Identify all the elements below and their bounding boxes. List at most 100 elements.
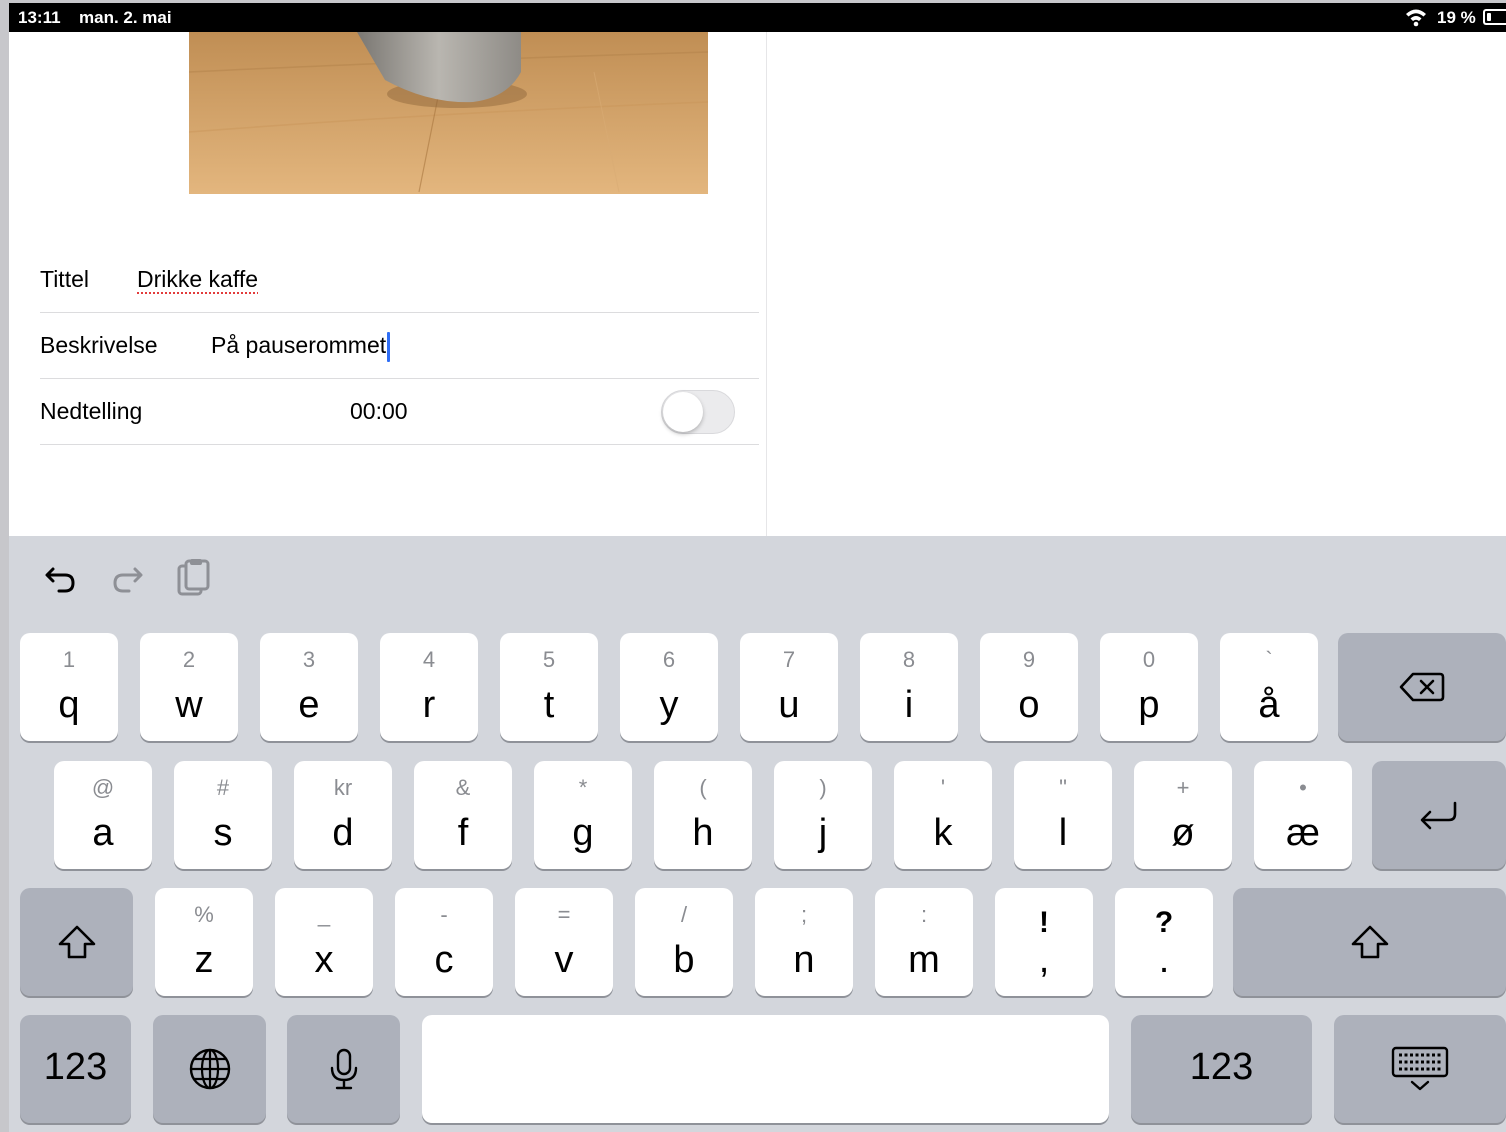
description-field[interactable]: På pauserommet (211, 312, 391, 378)
key-x[interactable]: _ x (275, 888, 373, 996)
key-label: k (933, 812, 953, 854)
keyboard: 1 q 2 w 3 e 4 r 5 t 6 y 7 u 8 i 9 o 0 p ` å @ a # s kr d & f * g(h) j ' k… (9, 536, 1506, 1132)
key-y[interactable]: 6y (620, 633, 718, 741)
globe-key[interactable] (153, 1015, 266, 1123)
key-label: a (92, 812, 114, 854)
key-secondary-label: # (216, 775, 230, 800)
key-label: c (434, 939, 454, 981)
key-æ[interactable]: • æ (1254, 761, 1352, 869)
key-q[interactable]: 1q (20, 633, 118, 741)
key-h[interactable]: (h (654, 761, 752, 869)
key-label: z (194, 939, 214, 981)
key-s[interactable]: # s (174, 761, 272, 869)
keyboard-dismiss-icon (1391, 1046, 1449, 1091)
return-icon (1420, 801, 1457, 830)
key-label: y (659, 684, 679, 726)
key-label: q (58, 684, 80, 726)
numbers-key-label: 123 (43, 1046, 108, 1088)
key-m[interactable]: :m (875, 888, 973, 996)
key-j[interactable]: ) j (774, 761, 872, 869)
key-å[interactable]: ` å (1220, 633, 1318, 741)
key-k[interactable]: ' k (894, 761, 992, 869)
key-secondary-label: _ (317, 902, 331, 927)
redo-icon[interactable] (105, 556, 149, 600)
description-label: Beskrivelse (40, 332, 158, 358)
key-a[interactable]: @ a (54, 761, 152, 869)
key-ø[interactable]: + ø (1134, 761, 1232, 869)
split-divider (766, 32, 767, 536)
key-label: e (298, 684, 320, 726)
key-d[interactable]: kr d (294, 761, 392, 869)
text-caret (387, 331, 391, 362)
key-g[interactable]: * g (534, 761, 632, 869)
key-secondary-label: & (455, 775, 471, 800)
key-c[interactable]: -c (395, 888, 493, 996)
battery-icon (1483, 9, 1506, 25)
key-secondary-label: ' (940, 775, 946, 800)
dictation-key[interactable] (287, 1015, 400, 1123)
shift-key-left[interactable] (20, 888, 133, 996)
key-label: s (213, 812, 233, 854)
numbers-key-label: 123 (1189, 1046, 1254, 1088)
key-label: d (332, 812, 354, 854)
title-label: Tittel (40, 266, 89, 292)
numbers-key-left[interactable]: 123 (20, 1015, 131, 1123)
key-r[interactable]: 4r (380, 633, 478, 741)
key-z[interactable]: % z (155, 888, 253, 996)
key-label: . (1158, 939, 1170, 981)
numbers-key-right[interactable]: 123 (1131, 1015, 1312, 1123)
dismiss-keyboard-key[interactable] (1334, 1015, 1506, 1123)
key-t[interactable]: 5t (500, 633, 598, 741)
main-content: Tittel Drikke kaffe Beskrivelse På pause… (9, 32, 1506, 536)
countdown-label: Nedtelling (40, 398, 143, 424)
globe-icon (189, 1048, 230, 1090)
key-secondary-label: 0 (1142, 647, 1156, 672)
title-field[interactable]: Drikke kaffe (137, 246, 258, 312)
description-text: På pauserommet (211, 332, 387, 358)
key-secondary-label: ? (1154, 906, 1174, 939)
shift-icon (1351, 925, 1388, 959)
key-e[interactable]: 3e (260, 633, 358, 741)
wifi-icon (1406, 9, 1426, 27)
key-label: å (1258, 684, 1280, 726)
toggle-knob (663, 392, 703, 432)
key-p[interactable]: 0p (1100, 633, 1198, 741)
key-i[interactable]: 8i (860, 633, 958, 741)
key-secondary-label: / (680, 902, 688, 927)
key-secondary-label: 6 (662, 647, 676, 672)
key-secondary-label: % (194, 902, 214, 927)
key-n[interactable]: ; n (755, 888, 853, 996)
space-key[interactable] (422, 1015, 1109, 1123)
paste-icon[interactable] (171, 556, 215, 600)
key-secondary-label: 5 (542, 647, 556, 672)
description-row: Beskrivelse På pauserommet (40, 312, 759, 379)
key-o[interactable]: 9o (980, 633, 1078, 741)
undo-icon[interactable] (39, 556, 83, 600)
key-secondary-label: - (440, 902, 448, 927)
countdown-toggle[interactable] (661, 390, 735, 434)
key-label: h (692, 812, 714, 854)
key-label: b (673, 939, 695, 981)
key-punct-8[interactable]: ?. (1115, 888, 1213, 996)
key-label: , (1038, 939, 1050, 981)
key-secondary-label: @ (91, 775, 115, 800)
key-v[interactable]: = v (515, 888, 613, 996)
key-label: n (793, 939, 815, 981)
key-secondary-label: ! (1039, 906, 1049, 939)
key-secondary-label: 9 (1022, 647, 1036, 672)
key-f[interactable]: & f (414, 761, 512, 869)
title-row: Tittel Drikke kaffe (40, 246, 759, 313)
battery-percentage: 19 % (1437, 8, 1476, 27)
key-b[interactable]: / b (635, 888, 733, 996)
key-u[interactable]: 7u (740, 633, 838, 741)
key-secondary-label: 4 (422, 647, 436, 672)
countdown-time[interactable]: 00:00 (350, 378, 408, 444)
delete-key[interactable] (1338, 633, 1506, 741)
shift-key-right[interactable] (1233, 888, 1506, 996)
return-key[interactable] (1372, 761, 1506, 869)
key-l[interactable]: " l (1014, 761, 1112, 869)
key-label: æ (1286, 812, 1320, 854)
key-w[interactable]: 2w (140, 633, 238, 741)
key-punct-7[interactable]: !, (995, 888, 1093, 996)
key-label: x (314, 939, 334, 981)
